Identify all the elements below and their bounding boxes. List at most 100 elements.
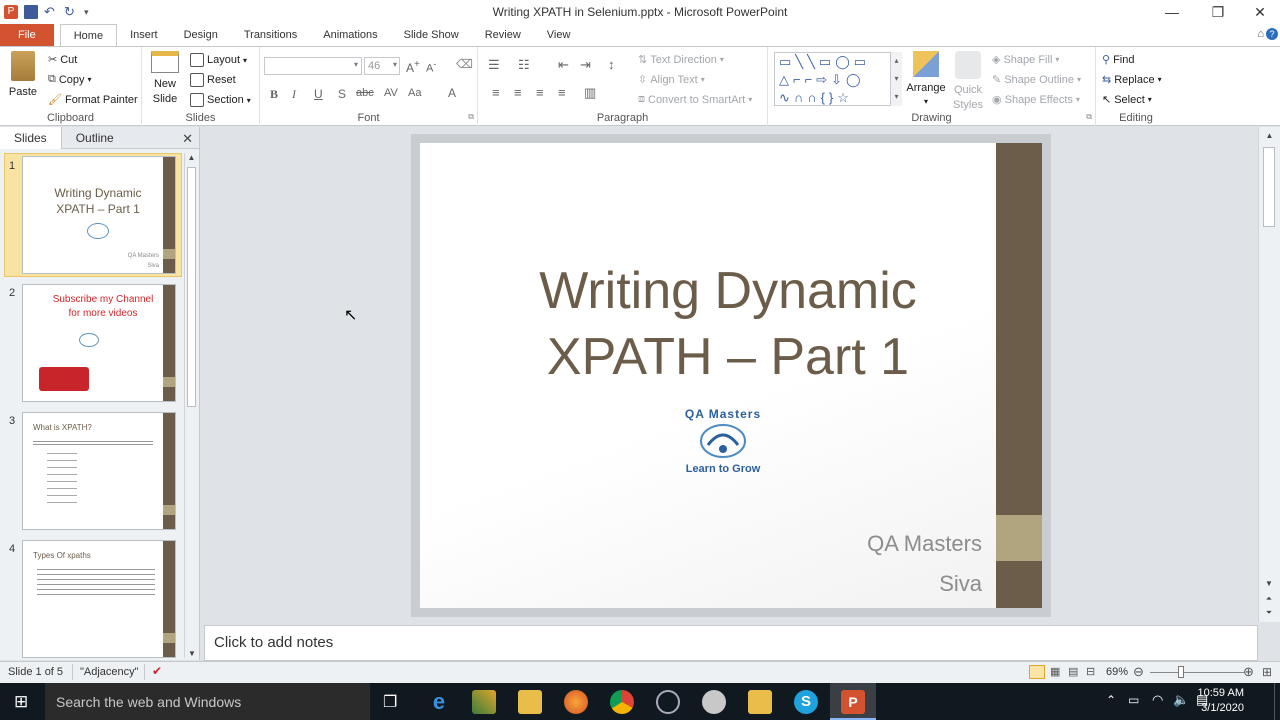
redo-icon[interactable]: ↻ — [64, 5, 78, 19]
previous-slide-icon[interactable]: ⏶ — [1259, 594, 1279, 604]
shape-effects-button[interactable]: ◉ Shape Effects ▾ — [992, 93, 1080, 107]
maximize-button[interactable]: ❐ — [1196, 0, 1240, 24]
replace-button[interactable]: ⇆ Replace ▾ — [1102, 73, 1162, 87]
thumbnail-slide-4[interactable]: Types Of xpaths — [22, 540, 176, 658]
scroll-thumb[interactable] — [1263, 147, 1275, 227]
bold-icon[interactable]: B — [270, 87, 278, 102]
thumbnail-slide-1[interactable]: Writing Dynamic XPATH – Part 1 QA Master… — [22, 156, 176, 274]
paste-button[interactable]: Paste — [6, 51, 40, 98]
justify-icon[interactable]: ≡ — [558, 85, 566, 100]
reading-view-icon[interactable]: ▤ — [1068, 665, 1078, 678]
shapes-gallery[interactable]: ▭╲╲▭◯▭ △⌐⌐⇨⇩◯ ∿∩∩{}☆ — [774, 52, 902, 106]
shrink-font-icon[interactable]: A- — [426, 59, 436, 75]
font-size-dropdown[interactable]: 46 ▾ — [364, 57, 400, 75]
slides-scrollbar[interactable]: ▲ ▼ — [184, 153, 198, 658]
tab-file[interactable]: File — [0, 24, 54, 46]
zoom-slider[interactable] — [1150, 672, 1244, 673]
save-icon[interactable] — [24, 5, 38, 19]
zoom-out-icon[interactable]: ⊖ — [1133, 664, 1144, 680]
format-painter-button[interactable]: 🖌 Format Painter — [48, 93, 138, 107]
taskbar-search-box[interactable]: Search the web and Windows — [45, 683, 370, 720]
copy-button[interactable]: ⧉ Copy ▾ — [48, 73, 92, 86]
zoom-slider-thumb[interactable] — [1178, 666, 1184, 678]
shape-outline-button[interactable]: ✎ Shape Outline ▾ — [992, 73, 1081, 87]
minimize-button[interactable]: — — [1150, 0, 1194, 24]
decrease-indent-icon[interactable]: ⇤ — [558, 57, 569, 73]
tab-review[interactable]: Review — [472, 24, 534, 46]
find-button[interactable]: ⚲ Find — [1102, 53, 1134, 67]
undo-icon[interactable]: ↶ — [44, 5, 58, 19]
scroll-up-icon[interactable]: ▲ — [1259, 131, 1280, 140]
strikethrough-icon[interactable]: abc — [356, 87, 374, 99]
slide-subtitle-1[interactable]: QA Masters — [867, 531, 982, 557]
close-panel-icon[interactable]: ✕ — [182, 131, 193, 147]
powerpoint-taskbar-item[interactable]: P — [830, 683, 876, 720]
customize-toolbar-icon[interactable]: ▾ — [84, 5, 98, 19]
next-slide-icon[interactable]: ⏷ — [1259, 608, 1279, 618]
wifi-icon[interactable]: ◠ — [1152, 692, 1163, 708]
git-icon[interactable] — [472, 690, 496, 714]
zoom-level[interactable]: 69% — [1106, 666, 1128, 678]
scroll-down-icon[interactable]: ▼ — [185, 649, 199, 658]
skype-icon[interactable]: S — [794, 690, 818, 714]
align-left-icon[interactable]: ≡ — [492, 85, 500, 100]
font-name-dropdown[interactable]: ▾ — [264, 57, 362, 75]
windows-start-icon[interactable]: ⊞ — [14, 692, 28, 712]
show-desktop-button[interactable] — [1274, 683, 1280, 720]
taskbar-clock[interactable]: 10:59 AM 3/1/2020 — [1198, 686, 1244, 716]
tab-animations[interactable]: Animations — [310, 24, 390, 46]
spelling-check-icon[interactable]: ✔ — [152, 664, 162, 678]
chrome-icon[interactable] — [610, 690, 634, 714]
clear-formatting-icon[interactable]: ⌫ — [456, 57, 473, 71]
slide-sorter-icon[interactable]: ▦ — [1050, 665, 1060, 678]
tab-design[interactable]: Design — [171, 24, 231, 46]
change-case-icon[interactable]: Aa — [408, 87, 421, 99]
font-color-icon[interactable]: A — [448, 86, 456, 100]
thumbnail-slide-2[interactable]: Subscribe my Channel for more videos — [22, 284, 176, 402]
edge-icon[interactable]: e — [427, 690, 451, 714]
shape-fill-button[interactable]: ◈ Shape Fill ▾ — [992, 53, 1059, 67]
battery-icon[interactable]: ▭ — [1128, 693, 1139, 707]
scroll-thumb[interactable] — [187, 167, 196, 407]
grow-font-icon[interactable]: A+ — [406, 59, 420, 75]
file-explorer-icon[interactable] — [518, 690, 542, 714]
tab-outline[interactable]: Outline — [62, 127, 128, 149]
scroll-down-icon[interactable]: ▼ — [1259, 579, 1279, 588]
tab-insert[interactable]: Insert — [117, 24, 171, 46]
volume-icon[interactable]: 🔈 — [1173, 692, 1189, 708]
cut-button[interactable]: ✂ Cut — [48, 53, 77, 67]
numbering-icon[interactable]: ☷ — [518, 57, 530, 73]
italic-icon[interactable]: I — [292, 87, 296, 102]
minimize-ribbon-icon[interactable]: ⌂ — [1257, 28, 1264, 40]
eclipse-icon[interactable] — [656, 690, 680, 714]
slide-show-icon[interactable]: ⊟ — [1086, 665, 1095, 678]
character-spacing-icon[interactable]: AV — [384, 87, 398, 99]
editor-scrollbar[interactable]: ▲ ▼ ⏶ ⏷ — [1258, 127, 1280, 622]
close-button[interactable]: ✕ — [1238, 0, 1280, 24]
folder-icon[interactable] — [748, 690, 772, 714]
thumbnail-slide-3[interactable]: What is XPATH? — [22, 412, 176, 530]
quick-styles-button[interactable]: Quick Styles — [950, 51, 986, 111]
text-direction-button[interactable]: ⇅ Text Direction ▾ — [638, 53, 724, 67]
bullets-icon[interactable]: ☰ — [488, 57, 500, 73]
firefox-icon[interactable] — [564, 690, 588, 714]
show-hidden-icons-icon[interactable]: ⌃ — [1106, 693, 1116, 707]
line-spacing-icon[interactable]: ↕ — [608, 57, 615, 72]
tab-home[interactable]: Home — [59, 24, 118, 46]
slide-title[interactable]: Writing Dynamic XPATH – Part 1 — [480, 258, 976, 390]
tab-transitions[interactable]: Transitions — [231, 24, 310, 46]
shadow-icon[interactable]: S — [338, 87, 346, 101]
font-dialog-launcher-icon[interactable]: ⧉ — [468, 112, 474, 122]
tab-slides[interactable]: Slides — [0, 126, 62, 149]
tab-slide-show[interactable]: Slide Show — [391, 24, 472, 46]
align-center-icon[interactable]: ≡ — [514, 85, 522, 100]
align-right-icon[interactable]: ≡ — [536, 85, 544, 100]
layout-button[interactable]: Layout ▾ — [190, 53, 247, 67]
help-icon[interactable]: ? — [1266, 28, 1278, 40]
underline-icon[interactable]: U — [314, 87, 323, 101]
slide-subtitle-2[interactable]: Siva — [939, 571, 982, 597]
reset-button[interactable]: Reset — [190, 73, 236, 87]
current-slide[interactable]: Writing Dynamic XPATH – Part 1 QA Master… — [420, 143, 1042, 608]
shapes-scroll[interactable]: ▴ ▾ ▾ — [890, 52, 902, 106]
tab-view[interactable]: View — [534, 24, 584, 46]
